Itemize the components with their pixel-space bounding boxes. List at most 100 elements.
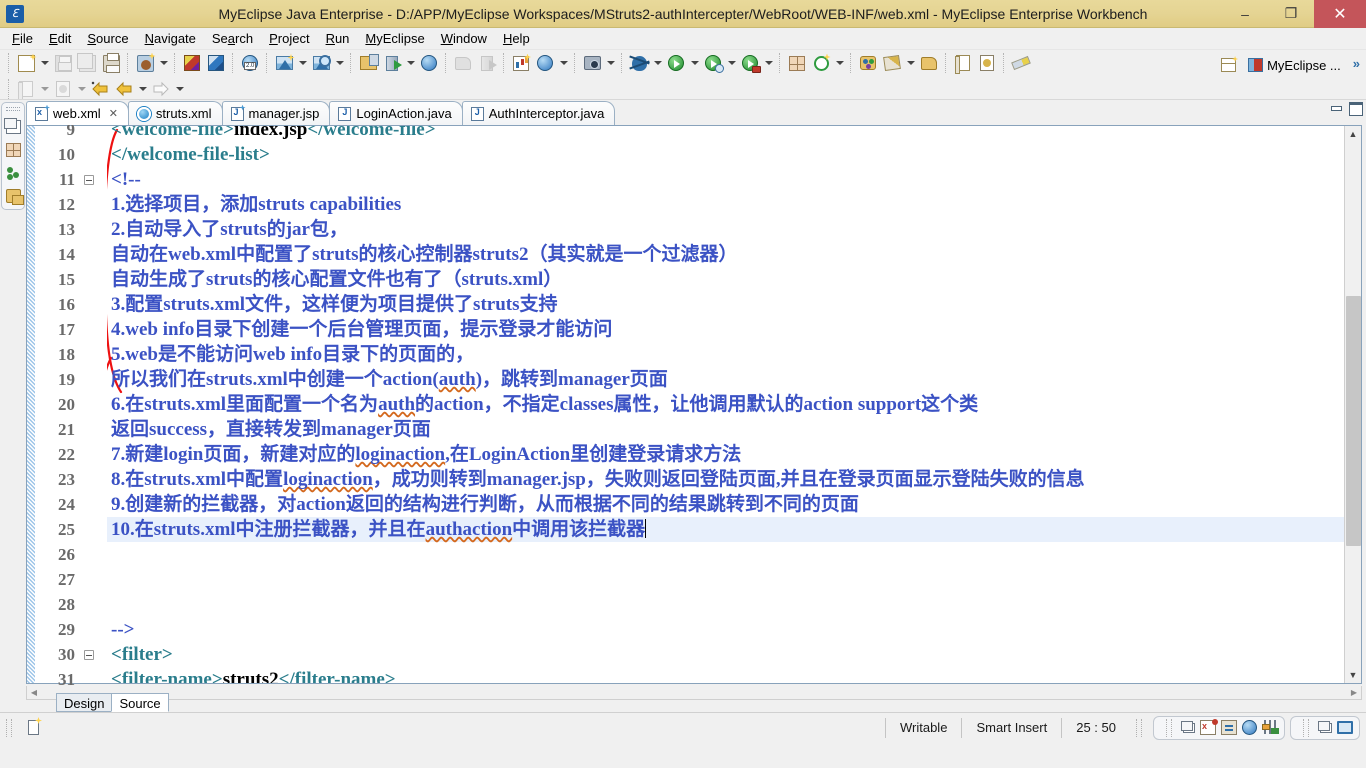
package-explorer-icon[interactable] xyxy=(5,189,24,205)
open-resource-icon[interactable] xyxy=(51,78,75,99)
editor-tab-web-xml[interactable]: web.xml ✕ xyxy=(26,101,129,125)
code-line[interactable]: </welcome-file-list> xyxy=(107,142,1344,167)
code-line[interactable]: <filter> xyxy=(107,642,1344,667)
run-server-icon[interactable] xyxy=(272,52,296,74)
run-history-icon[interactable] xyxy=(701,52,725,74)
debug-dropdown[interactable] xyxy=(651,52,664,74)
code-line[interactable]: 返回success，直接转发到manager页面 xyxy=(107,417,1344,442)
pen-dropdown[interactable] xyxy=(904,52,917,74)
deploy-blue-cube-icon[interactable] xyxy=(204,52,228,74)
minimize-button[interactable]: – xyxy=(1222,0,1268,28)
tray-grip[interactable] xyxy=(1166,718,1172,737)
restore-view-icon[interactable] xyxy=(1318,720,1332,733)
source-editor[interactable]: 9 10 11 12 13 14 15 16 17 18 19 20 21 22 23 24 25 26 27 28 2… xyxy=(26,120,1362,714)
vertical-scroll-thumb[interactable] xyxy=(1346,296,1361,546)
menu-navigate[interactable]: Navigate xyxy=(137,29,204,48)
console-monitor-icon[interactable] xyxy=(1337,721,1353,734)
forward-dropdown[interactable] xyxy=(173,78,186,99)
restore-button[interactable]: ❐ xyxy=(1268,0,1314,28)
maximize-editor-icon[interactable] xyxy=(1349,102,1363,116)
import-db-icon[interactable] xyxy=(356,52,380,74)
code-line[interactable]: 1.选择项目，添加struts capabilities xyxy=(107,192,1344,217)
menu-run[interactable]: Run xyxy=(318,29,358,48)
db-run-dropdown[interactable] xyxy=(404,52,417,74)
code-line[interactable]: 所以我们在struts.xml中创建一个action(auth)，跳转到mana… xyxy=(107,367,1344,392)
horizontal-scrollbar[interactable]: ◀ ▶ xyxy=(26,686,1362,700)
scroll-icon[interactable] xyxy=(951,52,975,74)
code-line[interactable]: 7.新建login页面，新建对应的loginaction,在LoginActio… xyxy=(107,442,1344,467)
menu-source[interactable]: Source xyxy=(79,29,136,48)
close-icon[interactable]: ✕ xyxy=(109,107,118,120)
run-history-dropdown[interactable] xyxy=(725,52,738,74)
scroll-up-arrow[interactable]: ▲ xyxy=(1345,126,1362,142)
code-line[interactable]: 4.web info目录下创建一个后台管理页面，提示登录才能访问 xyxy=(107,317,1344,342)
report-icon[interactable] xyxy=(509,52,533,74)
back-dropdown[interactable] xyxy=(136,78,149,99)
fold-toggle-icon[interactable] xyxy=(84,175,94,185)
run-external-dropdown[interactable] xyxy=(762,52,775,74)
open-type-dropdown[interactable] xyxy=(38,78,51,99)
code-line[interactable]: <filter-name>struts2</filter-name> xyxy=(107,667,1344,683)
new-table-icon[interactable] xyxy=(785,52,809,74)
preferences-icon[interactable] xyxy=(1262,720,1278,735)
web-report-dropdown[interactable] xyxy=(557,52,570,74)
tray-grip[interactable] xyxy=(1303,718,1309,737)
restore-perspective-icon[interactable] xyxy=(1181,720,1195,733)
pen-icon[interactable] xyxy=(880,52,904,74)
web-report-icon[interactable] xyxy=(533,52,557,74)
code-line[interactable]: <!-- xyxy=(107,167,1344,192)
outline-view-icon[interactable] xyxy=(5,143,21,157)
snapshot-icon[interactable] xyxy=(580,52,604,74)
new-generic-dropdown[interactable] xyxy=(833,52,846,74)
back-icon[interactable] xyxy=(112,78,136,99)
code-line[interactable]: 9.创建新的拦截器，对action返回的结构进行判断，从而根据不同的结果跳转到不… xyxy=(107,492,1344,517)
menu-edit[interactable]: Edit xyxy=(41,29,79,48)
code-line[interactable]: 5.web是不能访问web info目录下的页面的， xyxy=(107,342,1344,367)
scroll-down-arrow[interactable]: ▼ xyxy=(1345,667,1362,683)
browser-search-dropdown[interactable] xyxy=(333,52,346,74)
menu-window[interactable]: Window xyxy=(433,29,495,48)
code-line[interactable] xyxy=(107,592,1344,617)
back-annotated-icon[interactable] xyxy=(88,78,112,99)
menu-file[interactable]: File xyxy=(4,29,41,48)
globe-icon[interactable] xyxy=(417,52,441,74)
new-document-status-icon[interactable] xyxy=(28,720,39,735)
fast-view-grip[interactable] xyxy=(6,107,20,111)
code-line[interactable]: 自动生成了struts的核心配置文件也有了（struts.xml） xyxy=(107,267,1344,292)
new-bean-dropdown[interactable] xyxy=(157,52,170,74)
deploy-red-cube-icon[interactable] xyxy=(180,52,204,74)
perspective-chevron-icon[interactable]: » xyxy=(1347,54,1366,73)
code-line[interactable] xyxy=(107,542,1344,567)
code-line[interactable]: <welcome-file>index.jsp</welcome-file> xyxy=(107,126,1344,142)
code-line[interactable]: 3.配置struts.xml文件，这样便为项目提供了struts支持 xyxy=(107,292,1344,317)
tasks-icon[interactable] xyxy=(1221,720,1237,735)
vertical-scrollbar[interactable]: ▲ ▼ xyxy=(1344,126,1361,683)
export-xls-icon[interactable] xyxy=(1200,719,1218,735)
editor-tab-loginaction-java[interactable]: LoginAction.java xyxy=(329,101,463,125)
open-resource-dropdown[interactable] xyxy=(75,78,88,99)
code-line[interactable]: 8.在struts.xml中配置loginaction，成功则转到manager… xyxy=(107,467,1344,492)
fold-toggle-icon[interactable] xyxy=(84,650,94,660)
code-line[interactable] xyxy=(107,567,1344,592)
folding-ruler[interactable] xyxy=(81,126,97,710)
new-file-icon[interactable] xyxy=(14,52,38,74)
hierarchy-view-icon[interactable] xyxy=(6,166,21,180)
save-icon[interactable] xyxy=(51,52,75,74)
xsl-icon[interactable] xyxy=(975,52,999,74)
code-line[interactable]: --> xyxy=(107,617,1344,642)
editor-tab-authinterceptor-java[interactable]: AuthInterceptor.java xyxy=(461,101,616,125)
run-dropdown[interactable] xyxy=(688,52,701,74)
open-folder-icon[interactable] xyxy=(917,52,941,74)
code-text[interactable]: <welcome-file>index.jsp</welcome-file> </… xyxy=(107,126,1344,683)
close-button[interactable]: ✕ xyxy=(1314,0,1366,28)
code-line[interactable]: 自动在web.xml中配置了struts的核心控制器struts2（其实就是一个… xyxy=(107,242,1344,267)
tab-source[interactable]: Source xyxy=(111,693,169,712)
new-generic-icon[interactable] xyxy=(809,52,833,74)
web20-browser-icon[interactable] xyxy=(238,52,262,74)
save-all-icon[interactable] xyxy=(75,52,99,74)
code-line[interactable]: 6.在struts.xml里面配置一个名为auth的action，不指定clas… xyxy=(107,392,1344,417)
palette-icon[interactable] xyxy=(856,52,880,74)
snapshot-dropdown[interactable] xyxy=(604,52,617,74)
minimize-editor-icon[interactable] xyxy=(1330,102,1343,113)
new-file-dropdown[interactable] xyxy=(38,52,51,74)
